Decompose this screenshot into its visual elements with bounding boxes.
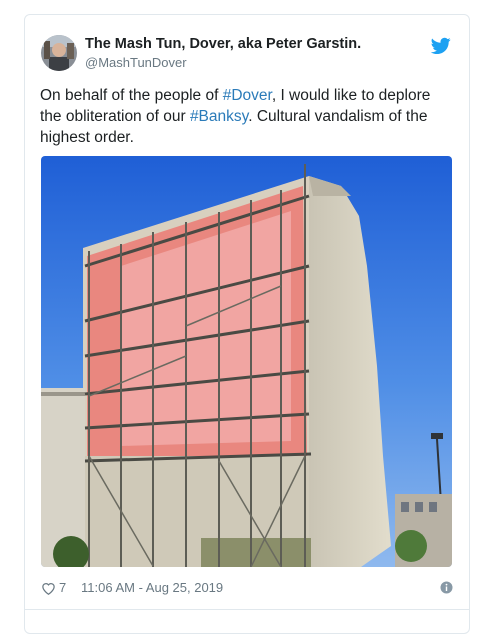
author-handle[interactable]: @MashTunDover xyxy=(85,55,187,70)
card-divider xyxy=(25,609,469,610)
twitter-bird-icon[interactable] xyxy=(430,37,451,55)
hashtag-banksy[interactable]: #Banksy xyxy=(190,108,248,125)
tweet-text: On behalf of the people of #Dover, I wou… xyxy=(40,85,455,148)
info-icon[interactable] xyxy=(440,581,453,594)
author-display-name[interactable]: The Mash Tun, Dover, aka Peter Garstin. xyxy=(85,36,361,52)
tweet-timestamp[interactable]: 11:06 AM - Aug 25, 2019 xyxy=(81,580,223,595)
tweet-text-part: On behalf of the people of xyxy=(40,87,223,104)
like-count[interactable]: 7 xyxy=(59,580,66,595)
heart-icon[interactable] xyxy=(41,581,56,596)
tweet-footer: 7 11:06 AM - Aug 25, 2019 xyxy=(41,579,453,597)
tweet-card[interactable]: The Mash Tun, Dover, aka Peter Garstin. … xyxy=(24,14,470,634)
author-avatar[interactable] xyxy=(41,35,77,71)
tweet-photo[interactable] xyxy=(41,156,452,567)
hashtag-dover[interactable]: #Dover xyxy=(223,87,272,104)
